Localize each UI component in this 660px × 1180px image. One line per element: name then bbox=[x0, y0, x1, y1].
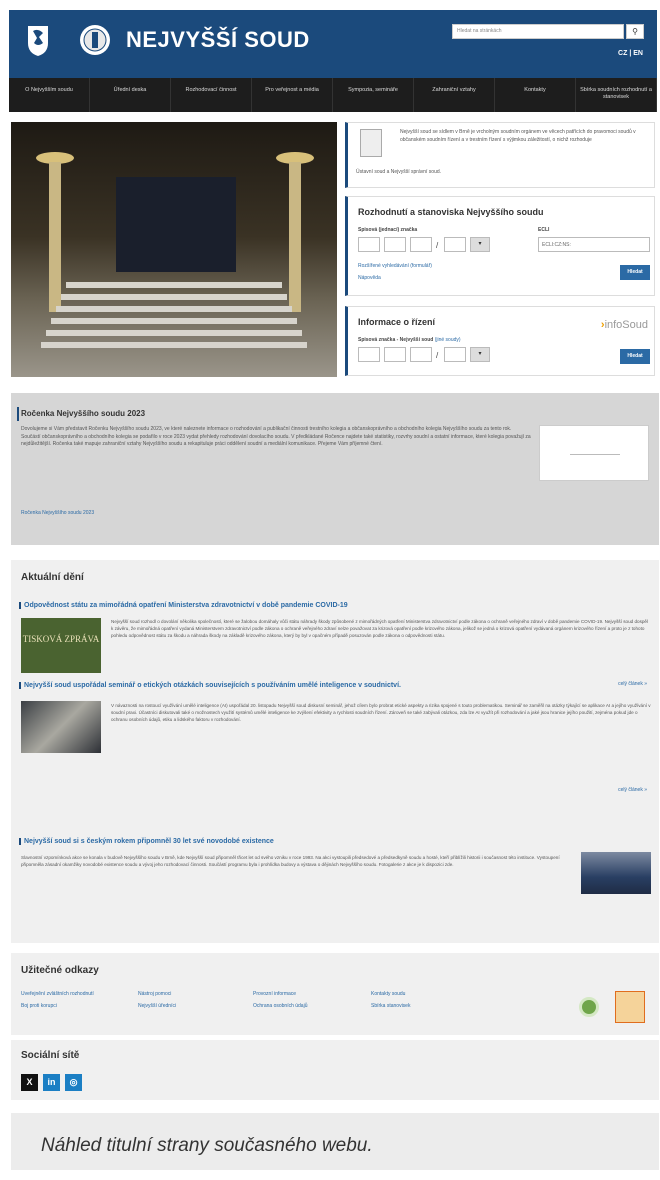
yearbook-text: Dovolujeme si Vám představit Ročenku Nej… bbox=[21, 426, 531, 448]
decisions-title: Rozhodnutí a stanoviska Nejvyššího soudu bbox=[358, 207, 544, 217]
yearbook-link[interactable]: Ročenka Nejvyššího soudu 2023 bbox=[21, 510, 94, 516]
article-1-title[interactable]: Odpovědnost státu za mimořádná opatření … bbox=[19, 602, 348, 609]
badge-green-icon[interactable] bbox=[579, 997, 599, 1017]
help-link[interactable]: Nápověda bbox=[358, 275, 381, 281]
ecli-input[interactable]: ECLI:CZ:NS: bbox=[538, 237, 650, 252]
nav-notice-board[interactable]: Úřední deska bbox=[90, 78, 171, 112]
yearbook-thumbnail[interactable] bbox=[539, 425, 649, 481]
article-1-image[interactable]: TISKOVÁ ZPRÁVA bbox=[21, 618, 101, 673]
yearbook-title: Ročenka Nejvyššího soudu 2023 bbox=[21, 409, 146, 418]
intro-text: Nejvyšší soud se sídlem v Brně je vrchol… bbox=[400, 129, 636, 143]
search-icon: ⚲ bbox=[632, 27, 638, 36]
news-heading: Aktuální dění bbox=[21, 572, 84, 583]
chevron-down-icon: ▾ bbox=[478, 241, 482, 247]
useful-link-7[interactable]: Kontakty soudu bbox=[371, 991, 405, 997]
register-field[interactable] bbox=[384, 237, 406, 252]
useful-link-4[interactable]: Nejvyšší úředníci bbox=[138, 1003, 176, 1009]
year-field[interactable] bbox=[444, 237, 466, 252]
useful-links-heading: Užitečné odkazy bbox=[21, 965, 99, 976]
article-1-more-link[interactable]: celý článek » bbox=[618, 681, 647, 687]
number-field[interactable] bbox=[410, 237, 432, 252]
info-search-button[interactable]: Hledat bbox=[620, 349, 650, 364]
social-heading: Sociální sítě bbox=[21, 1050, 80, 1061]
chevron-down-icon: ▾ bbox=[478, 351, 482, 357]
info-year-field[interactable] bbox=[444, 347, 466, 362]
czech-coat-of-arms-icon bbox=[28, 26, 48, 56]
useful-links-section: Užitečné odkazy Uveřejnění zvláštních ro… bbox=[11, 953, 659, 1035]
useful-link-2[interactable]: Boj proti korupci bbox=[21, 1003, 57, 1009]
article-2-more-link[interactable]: celý článek » bbox=[618, 787, 647, 793]
intro-panel: Nejvyšší soud se sídlem v Brně je vrchol… bbox=[345, 122, 655, 188]
useful-link-1[interactable]: Uveřejnění zvláštních rozhodnutí bbox=[21, 991, 94, 997]
article-3-text: Slavnostní vzpomínková akce se konala v … bbox=[21, 855, 560, 868]
useful-link-8[interactable]: Sbírka stanovisek bbox=[371, 1003, 410, 1009]
badge-orange-icon[interactable] bbox=[615, 991, 645, 1023]
linkedin-icon[interactable]: in bbox=[43, 1074, 60, 1091]
intro-text-tail: Ústavní soud a Nejvyšší správní soud. bbox=[356, 169, 442, 175]
dropdown-toggle[interactable]: ▾ bbox=[470, 237, 490, 252]
info-file-label: Spisová značka - Nejvyšší soud (jiné sou… bbox=[358, 337, 461, 343]
info-separator: / bbox=[436, 351, 439, 360]
hero-image-staircase bbox=[11, 122, 337, 377]
lang-cz-link[interactable]: CZ bbox=[618, 50, 627, 57]
nav-foreign-relations[interactable]: Zahraniční vztahy bbox=[414, 78, 495, 112]
article-2-title[interactable]: Nejvyšší soud uspořádal seminář o etický… bbox=[19, 682, 401, 689]
article-2-text: V návaznosti na rostoucí využívání umělé… bbox=[111, 703, 651, 723]
info-dropdown-toggle[interactable]: ▾ bbox=[470, 347, 490, 362]
article-3-image[interactable] bbox=[581, 852, 651, 894]
nav-symposia[interactable]: Sympozia, semináře bbox=[333, 78, 414, 112]
infosoud-logo: ›infoSoud bbox=[600, 319, 648, 331]
other-courts-link[interactable]: (jiné soudy) bbox=[435, 337, 461, 343]
nav-collection[interactable]: Sbírka soudních rozhodnutí a stanovisek bbox=[576, 78, 657, 112]
social-section: Sociální sítě X in ◎ bbox=[11, 1040, 659, 1100]
proceedings-info-panel: Informace o řízení ›infoSoud Spisová zna… bbox=[345, 306, 655, 376]
crest-icon bbox=[360, 129, 382, 157]
language-switch: CZ | EN bbox=[618, 50, 643, 57]
info-number-field[interactable] bbox=[410, 347, 432, 362]
article-3-title[interactable]: Nejvyšší soud si s českým rokem připomně… bbox=[19, 838, 274, 845]
yearbook-section: Ročenka Nejvyššího soudu 2023 Dovolujeme… bbox=[11, 393, 659, 545]
decisions-search-panel: Rozhodnutí a stanoviska Nejvyššího soudu… bbox=[345, 196, 655, 296]
caption-box: Náhled titulní strany současného webu. bbox=[11, 1113, 659, 1170]
senate-field[interactable] bbox=[358, 237, 380, 252]
nav-public-media[interactable]: Pro veřejnost a média bbox=[252, 78, 333, 112]
useful-link-5[interactable]: Provozní informace bbox=[253, 991, 296, 997]
lang-separator: | bbox=[629, 50, 632, 57]
info-register-field[interactable] bbox=[384, 347, 406, 362]
nav-contacts[interactable]: Kontakty bbox=[495, 78, 576, 112]
lang-en-link[interactable]: EN bbox=[633, 50, 643, 57]
separator: / bbox=[436, 241, 439, 250]
nav-decisions[interactable]: Rozhodovací činnost bbox=[171, 78, 252, 112]
site-title[interactable]: NEJVYŠŠÍ SOUD bbox=[126, 27, 310, 53]
advanced-search-link[interactable]: Rozšířené vyhledávání (formulář) bbox=[358, 263, 432, 269]
site-header: NEJVYŠŠÍ SOUD Hledat na stránkách ⚲ CZ |… bbox=[9, 10, 657, 78]
ecli-label: ECLI bbox=[538, 227, 550, 233]
news-section: Aktuální dění Odpovědnost státu za mimoř… bbox=[11, 560, 659, 943]
useful-link-3[interactable]: Nástroj pomoci bbox=[138, 991, 171, 997]
caption-text: Náhled titulní strany současného webu. bbox=[41, 1135, 373, 1156]
article-2-image[interactable] bbox=[21, 701, 101, 753]
search-button[interactable]: ⚲ bbox=[626, 24, 644, 39]
useful-link-6[interactable]: Ochrana osobních údajů bbox=[253, 1003, 307, 1009]
instagram-icon[interactable]: ◎ bbox=[65, 1074, 82, 1091]
main-nav: O Nejvyšším soudu Úřední deska Rozhodova… bbox=[9, 78, 657, 112]
decisions-search-button[interactable]: Hledat bbox=[620, 265, 650, 280]
search-input[interactable]: Hledat na stránkách bbox=[452, 24, 624, 39]
file-number-label: Spisová (jednací) značka bbox=[358, 227, 418, 233]
nav-about[interactable]: O Nejvyšším soudu bbox=[9, 78, 90, 112]
x-icon[interactable]: X bbox=[21, 1074, 38, 1091]
info-senate-field[interactable] bbox=[358, 347, 380, 362]
article-1-text: Nejvyšší soud rozhodl o dovolání několik… bbox=[111, 619, 648, 639]
court-emblem-icon bbox=[80, 25, 110, 55]
